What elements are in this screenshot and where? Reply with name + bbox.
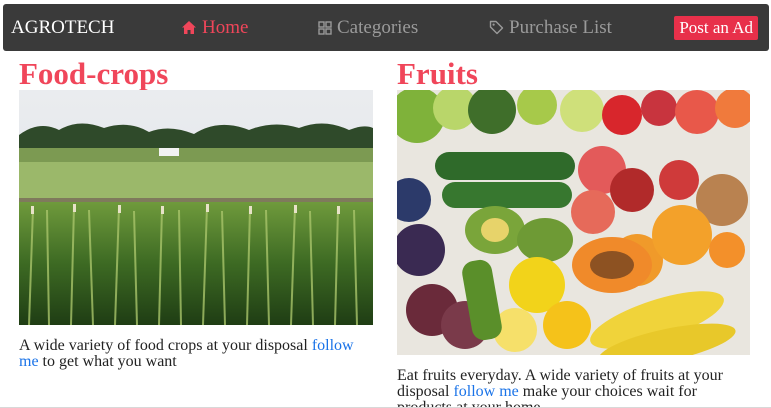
home-icon [182, 20, 196, 34]
card-title: Food-crops [19, 56, 169, 91]
food-crops-image[interactable] [19, 90, 373, 325]
fruits-image[interactable] [397, 90, 750, 355]
card-description: Eat fruits everyday. A wide variety of f… [397, 368, 750, 408]
card-food-crops: Food-crops A wide variety of food crops … [19, 56, 374, 370]
follow-me-link[interactable]: follow me [453, 383, 518, 400]
tag-icon [489, 20, 504, 35]
page: AGROTECH Home Categories Purchase List P… [0, 0, 771, 408]
nav-home[interactable]: Home [181, 17, 248, 39]
navbar: AGROTECH Home Categories Purchase List P… [3, 4, 769, 51]
card-fruits: Fruits Eat fruits everyday. A wide varie… [397, 56, 750, 408]
desc-text-after: to get what you want [38, 353, 177, 370]
nav-categories[interactable]: Categories [318, 17, 418, 39]
nav-categories-label: Categories [337, 16, 419, 38]
nav-purchase-list-label: Purchase List [509, 16, 612, 38]
brand-logo[interactable]: AGROTECH [11, 17, 114, 39]
card-description: A wide variety of food crops at your dis… [19, 338, 374, 370]
desc-text: A wide variety of food crops at your dis… [19, 337, 312, 354]
grid-icon [318, 20, 332, 35]
card-title: Fruits [397, 56, 478, 91]
nav-home-label: Home [202, 16, 249, 38]
post-ad-button[interactable]: Post an Ad [674, 16, 758, 40]
nav-purchase-list[interactable]: Purchase List [489, 17, 612, 39]
